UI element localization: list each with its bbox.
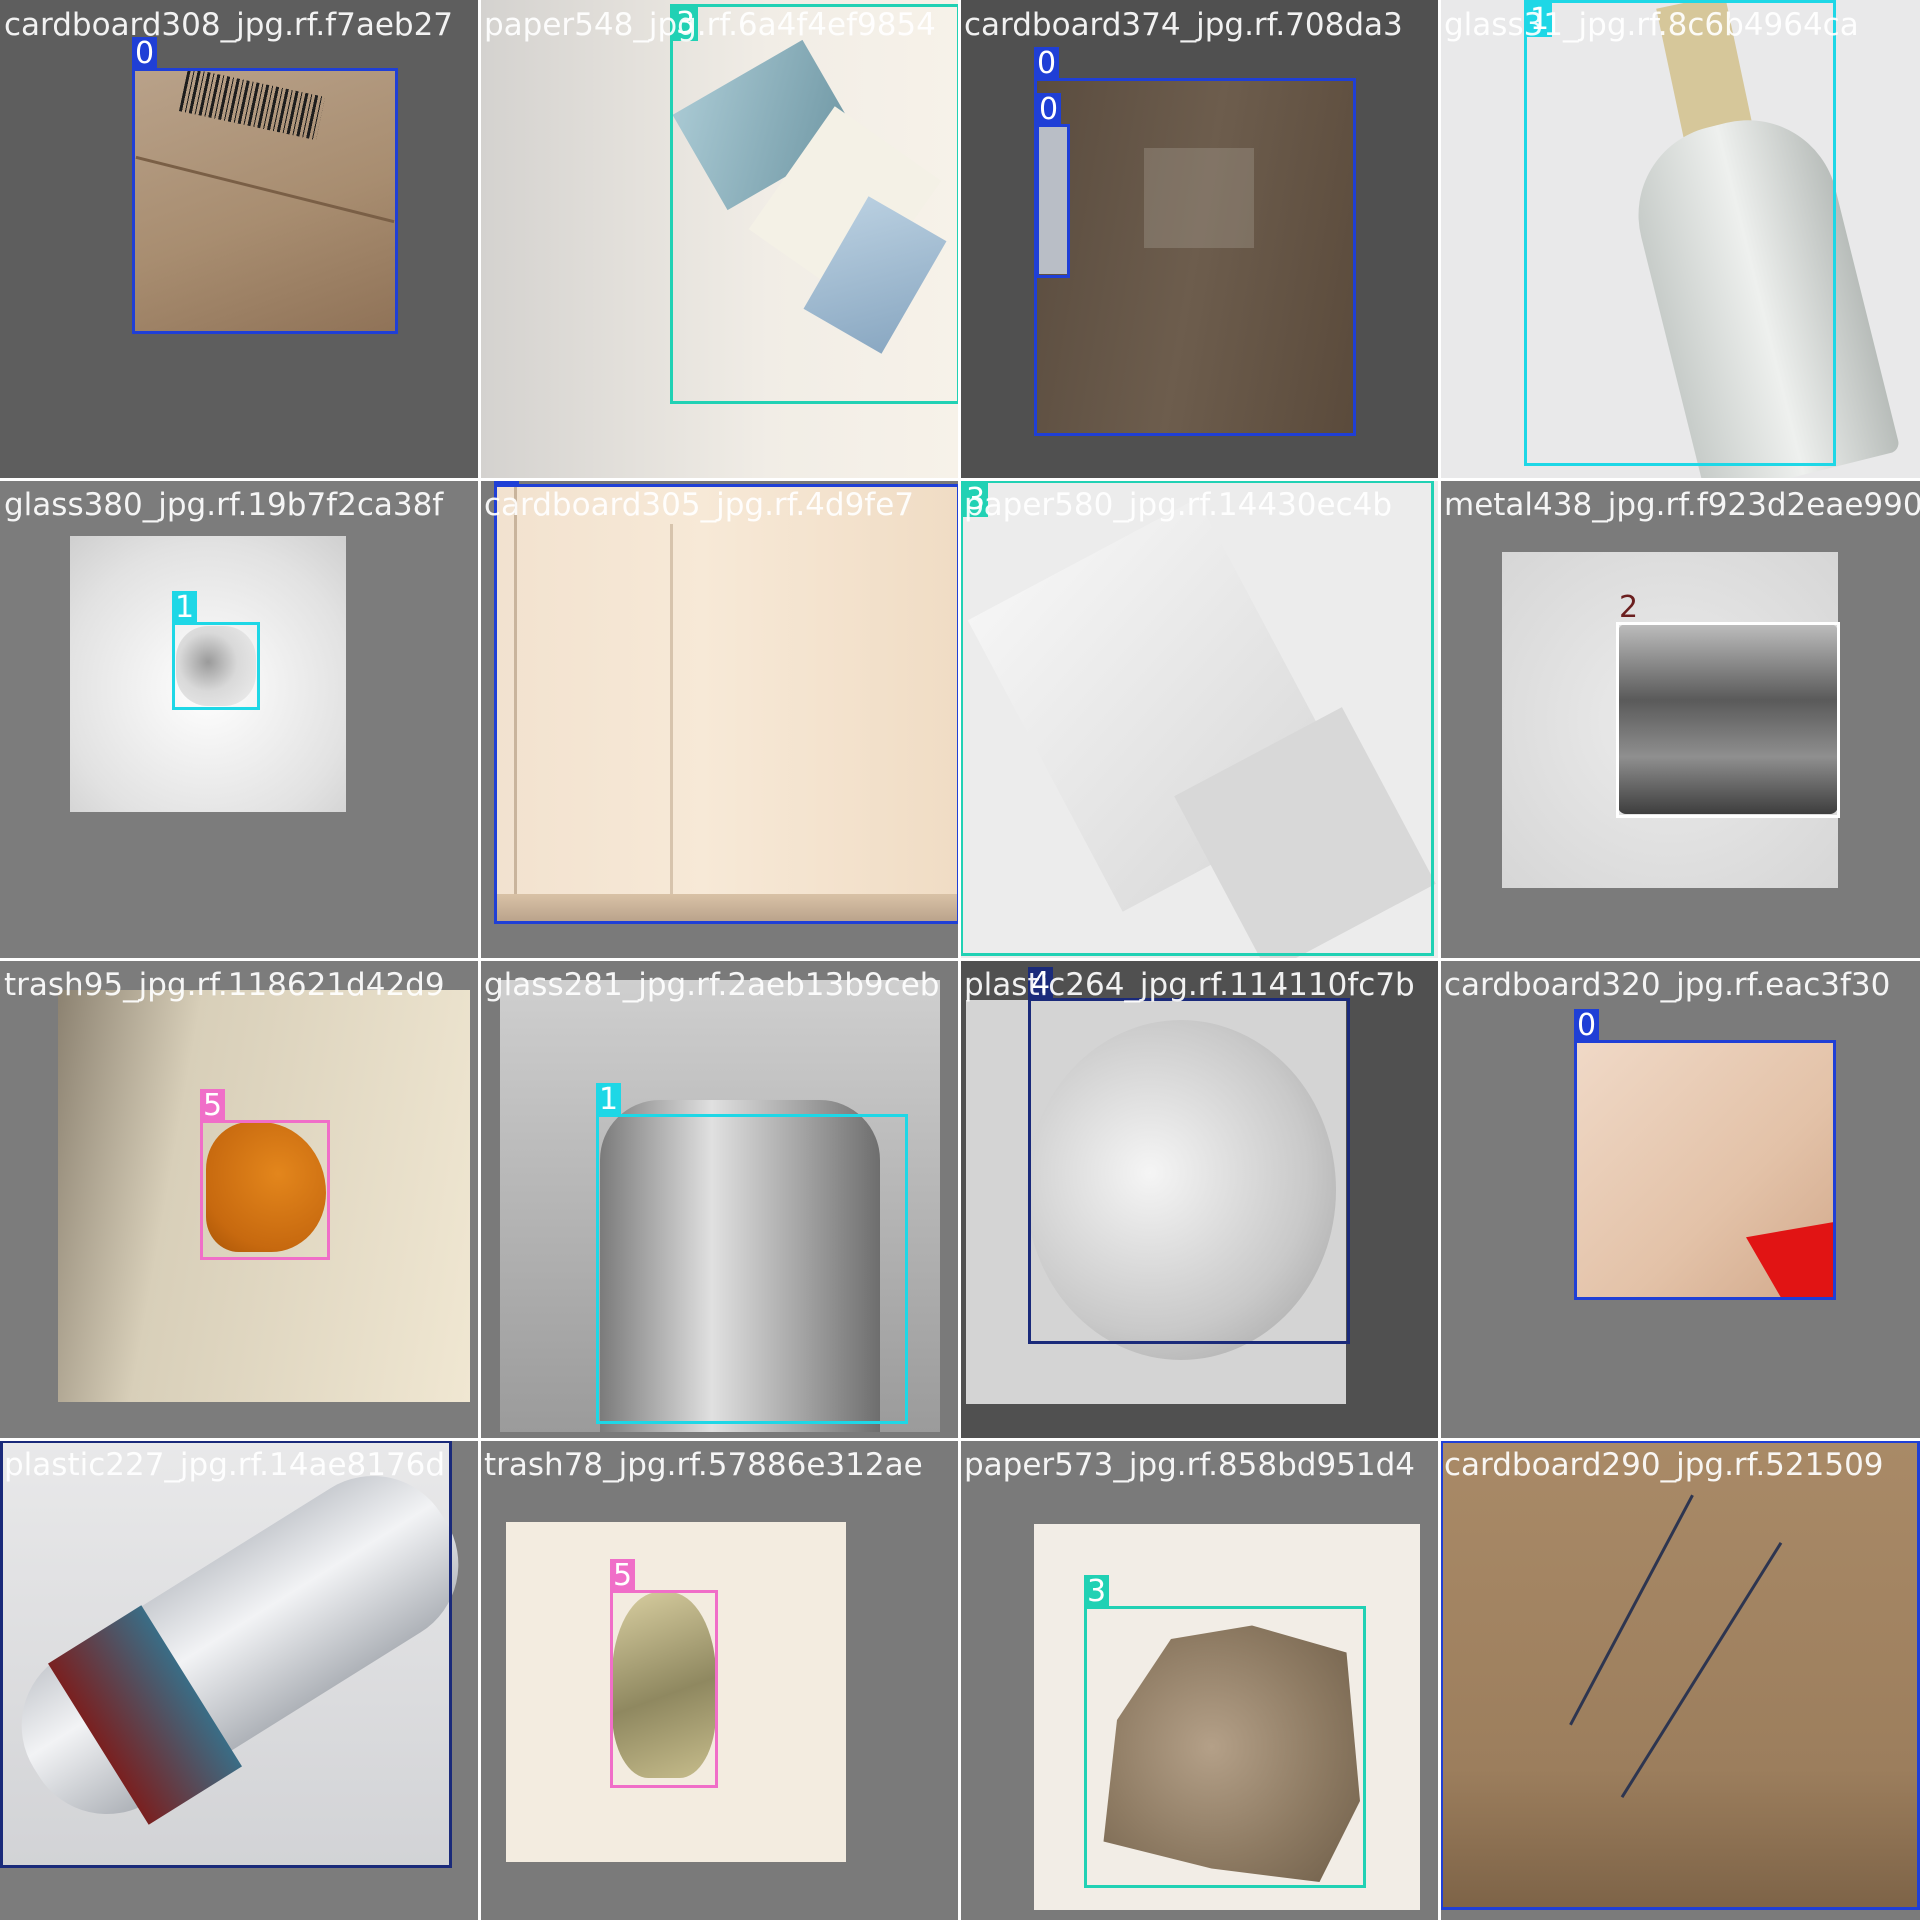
mosaic-tile-plastic264: 4 plastic264_jpg.rf.114110fc7b	[960, 960, 1440, 1440]
detection-box: 0	[1574, 1009, 1836, 1300]
class-label: 5	[200, 1089, 226, 1123]
mosaic-tile-metal438: 2 metal438_jpg.rf.f923d2eae990	[1440, 480, 1920, 960]
mosaic-tile-cardboard374: 0 0 cardboard374_jpg.rf.708da3	[960, 0, 1440, 480]
mosaic-tile-plastic227: 4 plastic227_jpg.rf.14ae8176d	[0, 1440, 480, 1920]
image-filename: plastic227_jpg.rf.14ae8176d	[4, 1447, 446, 1483]
detection-box: 2	[1616, 591, 1840, 818]
mosaic-tile-paper573: 3 paper573_jpg.rf.858bd951d4	[960, 1440, 1440, 1920]
detection-box: 0	[494, 480, 960, 924]
detection-box: 4	[0, 1440, 452, 1868]
image-filename: glass31_jpg.rf.8c6b4964ca	[1444, 7, 1859, 43]
grid-divider	[0, 958, 1920, 961]
image-filename: cardboard374_jpg.rf.708da3	[964, 7, 1403, 43]
detection-box: 0	[132, 37, 398, 334]
image-filename: cardboard320_jpg.rf.eac3f30	[1444, 967, 1891, 1003]
mosaic-tile-cardboard320: 0 cardboard320_jpg.rf.eac3f30	[1440, 960, 1920, 1440]
image-filename: paper580_jpg.rf.14430ec4b	[964, 487, 1393, 523]
class-label: 5	[610, 1559, 636, 1593]
detection-box: 1	[172, 591, 260, 710]
mosaic-tile-trash78: 5 trash78_jpg.rf.57886e312ae	[480, 1440, 960, 1920]
detection-box: 5	[610, 1559, 718, 1788]
mosaic-tile-cardboard290: 0 cardboard290_jpg.rf.521509	[1440, 1440, 1920, 1920]
image-filename: paper573_jpg.rf.858bd951d4	[964, 1447, 1416, 1483]
class-label: 1	[596, 1083, 622, 1117]
mosaic-tile-trash95: 5 trash95_jpg.rf.118621d42d9	[0, 960, 480, 1440]
mosaic-tile-cardboard305: 0 cardboard305_jpg.rf.4d9fe7	[480, 480, 960, 960]
image-filename: cardboard308_jpg.rf.f7aeb27	[4, 7, 454, 43]
detection-box: 1	[1524, 0, 1836, 466]
image-filename: trash95_jpg.rf.118621d42d9	[4, 967, 445, 1003]
grid-divider	[0, 1438, 1920, 1441]
mosaic-tile-cardboard308: 0 cardboard308_jpg.rf.f7aeb27	[0, 0, 480, 480]
class-label: 0	[1036, 93, 1062, 127]
mosaic-tile-paper548: 3 paper548_jpg.rf.6a4f4ef9854	[480, 0, 960, 480]
class-label: 0	[1574, 1009, 1600, 1043]
class-label: 3	[1084, 1575, 1110, 1609]
class-label: 1	[172, 591, 198, 625]
detection-box: 3	[1084, 1575, 1366, 1888]
mosaic-tile-paper580: 3 paper580_jpg.rf.14430ec4b	[960, 480, 1440, 960]
mosaic-tile-glass281: 1 glass281_jpg.rf.2aeb13b9ceb	[480, 960, 960, 1440]
image-filename: paper548_jpg.rf.6a4f4ef9854	[484, 7, 936, 43]
detection-box: 0	[1440, 1440, 1920, 1910]
detection-box: 3	[960, 480, 1434, 956]
mosaic-tile-glass380: 1 glass380_jpg.rf.19b7f2ca38f	[0, 480, 480, 960]
class-label: 2	[1619, 590, 1639, 625]
mosaic-tile-glass31: 1 glass31_jpg.rf.8c6b4964ca	[1440, 0, 1920, 480]
class-label: 0	[1034, 47, 1060, 81]
image-filename: cardboard290_jpg.rf.521509	[1444, 1447, 1884, 1483]
image-filename: glass380_jpg.rf.19b7f2ca38f	[4, 487, 444, 523]
image-filename: metal438_jpg.rf.f923d2eae990	[1444, 487, 1920, 523]
detection-box: 1	[596, 1083, 908, 1424]
detection-box: 0	[1036, 93, 1070, 278]
image-filename: trash78_jpg.rf.57886e312ae	[484, 1447, 923, 1483]
grid-divider	[0, 478, 1920, 481]
detection-box: 0	[1034, 47, 1356, 436]
detection-box: 5	[200, 1089, 330, 1260]
image-filename: glass281_jpg.rf.2aeb13b9ceb	[484, 967, 940, 1003]
detection-box: 4	[1028, 967, 1350, 1344]
detection-box: 3	[670, 4, 960, 404]
image-filename: cardboard305_jpg.rf.4d9fe7	[484, 487, 915, 523]
image-filename: plastic264_jpg.rf.114110fc7b	[964, 967, 1415, 1003]
